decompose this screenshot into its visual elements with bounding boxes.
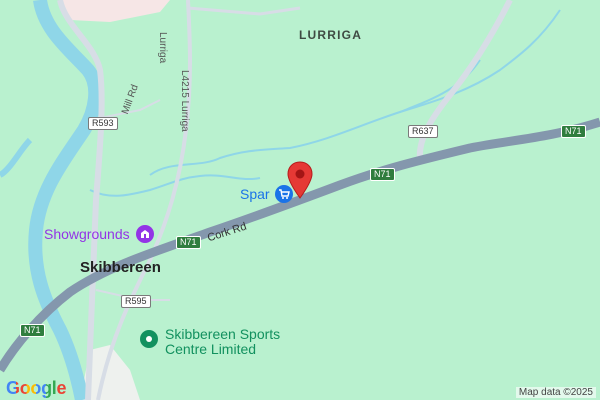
sports-icon[interactable] xyxy=(140,330,158,348)
street-label-lurriga: Lurriga xyxy=(157,32,168,64)
map-attribution[interactable]: Map data ©2025 xyxy=(515,387,596,398)
road-shield-n71: N71 xyxy=(370,168,395,181)
road-shield-r593: R593 xyxy=(88,117,118,130)
street-label-l4215: L4215 Lurriga xyxy=(179,70,190,132)
road-shield-n71: N71 xyxy=(20,324,45,337)
map-pin-icon[interactable] xyxy=(285,160,315,200)
poi-label-spar[interactable]: Spar xyxy=(240,186,270,202)
river-branch xyxy=(0,137,33,178)
road-shield-n71: N71 xyxy=(561,125,586,138)
map-canvas[interactable]: LURRIGA Lurriga L4215 Lurriga Mill Rd Co… xyxy=(0,0,600,400)
road-shield-r595: R595 xyxy=(121,295,151,308)
road-shield-r637: R637 xyxy=(408,125,438,138)
area-label: LURRIGA xyxy=(299,28,363,42)
map-pin-glyph xyxy=(287,161,313,199)
river xyxy=(28,0,103,400)
sports-icon-glyph xyxy=(146,336,152,342)
venue-icon-glyph xyxy=(141,230,149,238)
town-label: Skibbereen xyxy=(80,259,161,276)
poi-label-sports-centre-line1[interactable]: Skibbereen Sports xyxy=(165,326,280,342)
google-logo[interactable]: Google xyxy=(6,378,67,399)
poi-label-sports-centre-line2[interactable]: Centre Limited xyxy=(165,341,256,357)
google-logo-text: Google xyxy=(6,378,67,398)
urban-area xyxy=(60,0,170,22)
minor-road xyxy=(187,6,301,16)
road-shield-n71: N71 xyxy=(176,236,201,249)
poi-label-showgrounds[interactable]: Showgrounds xyxy=(44,226,130,242)
venue-icon[interactable] xyxy=(136,225,154,243)
